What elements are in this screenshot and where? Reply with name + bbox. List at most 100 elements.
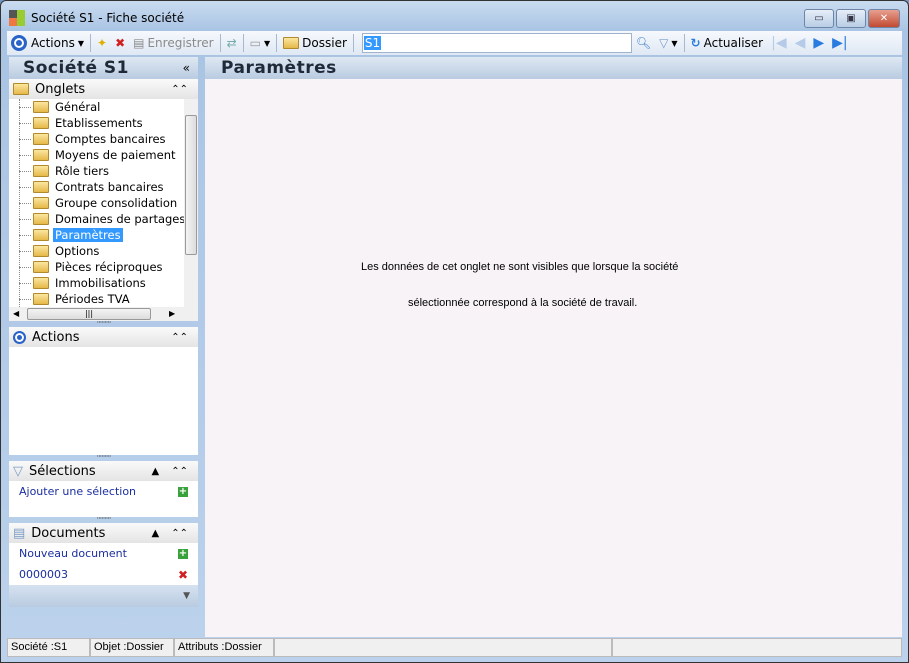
tree-item-label: Paramètres <box>53 228 123 242</box>
tree-item[interactable]: Comptes bancaires <box>9 131 198 147</box>
folder-icon <box>33 213 49 225</box>
tree-item[interactable]: Moyens de paiement <box>9 147 198 163</box>
actions-section-header[interactable]: Actions ⌃⌃ <box>9 327 198 347</box>
print-button[interactable]: ▭ ▼ <box>246 32 275 54</box>
tree-item-label: Immobilisations <box>55 276 146 290</box>
status-bar: Société :S1 Objet :Dossier Attributs :Do… <box>7 638 902 657</box>
collapse-panel-icon[interactable]: « <box>183 61 190 75</box>
tree-item[interactable]: Etablissements <box>9 115 198 131</box>
first-record-icon[interactable]: |◀ <box>767 35 790 51</box>
next-record-icon[interactable]: ▶ <box>809 35 828 51</box>
tree-item-label: Périodes TVA <box>55 292 130 306</box>
search-input[interactable]: S1 <box>361 33 632 53</box>
tree-item[interactable]: Rôle tiers <box>9 163 198 179</box>
folder-icon <box>33 229 49 241</box>
actions-menu-button[interactable]: Actions ▼ <box>27 32 88 54</box>
panel-footer: ▼ <box>9 585 198 607</box>
dossier-label: Dossier <box>302 36 347 50</box>
magnifier-icon: 🔍︎ <box>635 36 652 50</box>
expand-down-icon[interactable]: ▼ <box>183 591 190 601</box>
document-item[interactable]: 0000003 ✖ <box>9 564 198 585</box>
info-message-line1: Les données de cet onglet ne sont visibl… <box>361 261 679 273</box>
dropdown-arrow-icon: ▼ <box>77 38 84 48</box>
main-header: Paramètres <box>205 57 902 79</box>
scroll-thumb[interactable]: ||| <box>27 308 151 320</box>
collapse-section-icon[interactable]: ⌃⌃ <box>171 466 188 477</box>
tree-item-label: Domaines de partages <box>55 212 186 226</box>
selections-section-header[interactable]: ▽ Sélections ▲ ⌃⌃ <box>9 461 198 481</box>
document-name: 0000003 <box>19 568 68 581</box>
plus-icon[interactable]: + <box>178 486 188 497</box>
filter-icon: ▽ <box>659 36 669 50</box>
collapse-section-icon[interactable]: ⌃⌃ <box>171 84 188 95</box>
tree-connector <box>19 282 31 284</box>
close-button[interactable]: ✕ <box>868 9 900 28</box>
minimize-section-icon[interactable]: ▲ <box>152 528 160 539</box>
separator <box>90 34 91 52</box>
status-resize-grip[interactable] <box>612 638 902 657</box>
actions-pane <box>9 347 198 455</box>
plus-icon[interactable]: + <box>178 548 188 559</box>
new-button[interactable]: ✦ <box>93 32 111 54</box>
folder-icon <box>33 117 49 129</box>
tree-connector <box>19 234 31 236</box>
save-button[interactable]: ▤ Enregistrer <box>129 32 217 54</box>
folder-icon <box>33 165 49 177</box>
onglets-section-header[interactable]: Onglets ⌃⌃ <box>9 79 198 99</box>
tree-connector <box>19 202 31 204</box>
tree-item[interactable]: Options <box>9 243 198 259</box>
tree-item[interactable]: Pièces réciproques <box>9 259 198 275</box>
scroll-thumb[interactable] <box>185 115 197 255</box>
collapse-section-icon[interactable]: ⌃⌃ <box>171 332 188 343</box>
selections-pane: Ajouter une sélection + <box>9 481 198 517</box>
vertical-scrollbar[interactable] <box>184 99 198 307</box>
window: Société S1 - Fiche société ▭ ▣ ✕ Actions… <box>0 0 909 663</box>
folder-icon <box>33 293 49 305</box>
left-panel: Société S1 « Onglets ⌃⌃ Général Etablisseme… <box>9 57 198 637</box>
tree-item-label: Comptes bancaires <box>55 132 166 146</box>
tree-item[interactable]: Contrats bancaires <box>9 179 198 195</box>
new-document-link[interactable]: Nouveau document + <box>9 543 198 564</box>
tree-item-label: Etablissements <box>55 116 143 130</box>
collapse-section-icon[interactable]: ⌃⌃ <box>171 528 188 539</box>
dossier-button[interactable]: Dossier <box>279 32 351 54</box>
app-icon <box>9 10 25 26</box>
folder-icon <box>33 261 49 273</box>
refresh-button[interactable]: ↻ Actualiser <box>687 32 768 54</box>
status-empty <box>274 638 612 657</box>
tree-item[interactable]: Immobilisations <box>9 275 198 291</box>
search-button[interactable]: 🔍︎ <box>632 32 655 54</box>
tree-line <box>19 99 20 321</box>
sync-button[interactable]: ⇄ <box>223 32 241 54</box>
printer-icon: ▭ <box>249 36 262 50</box>
tree-connector <box>19 154 31 156</box>
folder-icon <box>33 277 49 289</box>
tree-item[interactable]: Général <box>9 99 198 115</box>
actions-circle-icon <box>13 330 26 344</box>
dropdown-arrow-icon: ▼ <box>671 38 678 48</box>
tree-item[interactable]: Paramètres <box>9 227 198 243</box>
minimize-section-icon[interactable]: ▲ <box>152 466 160 477</box>
last-record-icon[interactable]: ▶| <box>828 35 851 51</box>
tree-item[interactable]: Groupe consolidation <box>9 195 198 211</box>
filter-button[interactable]: ▽ ▼ <box>655 32 681 54</box>
tree-connector <box>19 170 31 172</box>
maximize-button[interactable]: ▣ <box>836 9 866 28</box>
folder-icon <box>33 181 49 193</box>
documents-section-header[interactable]: ▤ Documents ▲ ⌃⌃ <box>9 523 198 543</box>
tree-item[interactable]: Domaines de partages <box>9 211 198 227</box>
add-selection-link[interactable]: Ajouter une sélection + <box>9 481 198 502</box>
tree-connector <box>19 298 31 300</box>
delete-icon[interactable]: ✖ <box>178 568 188 582</box>
folder-icon <box>33 245 49 257</box>
folder-icon <box>33 101 49 113</box>
minimize-button[interactable]: ▭ <box>804 9 834 28</box>
new-document-icon: ✦ <box>97 36 108 50</box>
delete-button[interactable]: ✖ <box>111 32 129 54</box>
tree-connector <box>19 266 31 268</box>
horizontal-scrollbar[interactable]: ◀ ||| ▶ <box>9 307 198 321</box>
actions-label: Actions <box>31 36 75 50</box>
previous-record-icon[interactable]: ◀ <box>791 35 810 51</box>
tree-item[interactable]: Périodes TVA <box>9 291 198 307</box>
folder-icon <box>33 133 49 145</box>
